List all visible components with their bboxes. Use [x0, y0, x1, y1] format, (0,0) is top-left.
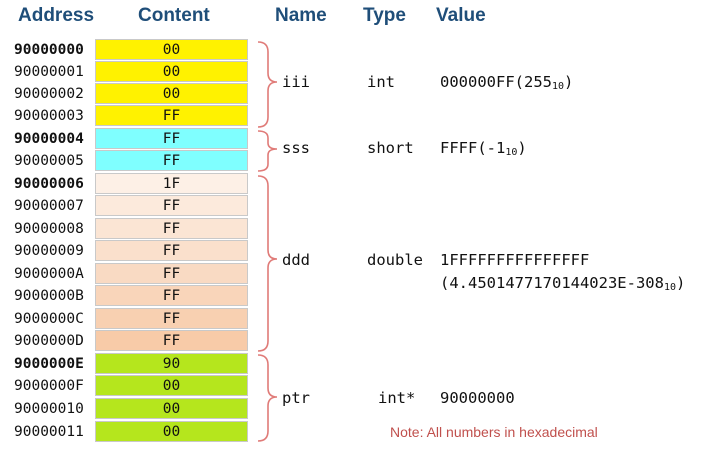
- value-text: (4.4501477170144023E-308: [440, 274, 664, 292]
- radix-subscript: 10: [505, 147, 518, 158]
- var-name-ptr: ptr: [282, 389, 310, 407]
- var-value-iii: 000000FF(25510): [440, 72, 573, 97]
- value-close: ): [676, 274, 686, 292]
- value-close: ): [517, 139, 527, 157]
- var-name-iii: iii: [282, 73, 310, 91]
- var-type-iii: int: [367, 73, 395, 91]
- value-close: ): [564, 73, 574, 91]
- radix-subscript: 10: [663, 282, 677, 293]
- bracket-ptr: [257, 354, 278, 442]
- value-text: FFFF(-1: [440, 139, 506, 157]
- var-value-sss: FFFF(-110): [440, 138, 527, 163]
- radix-subscript: 10: [551, 81, 565, 92]
- bracket-iii: [257, 41, 278, 128]
- bracket-sss: [257, 130, 278, 172]
- var-value-ddd-decimal: (4.4501477170144023E-30810): [440, 273, 685, 298]
- note-text: Note: All numbers in hexadecimal: [390, 424, 598, 440]
- bracket-group: [257, 41, 278, 442]
- var-value-ptr: 90000000: [440, 389, 515, 407]
- var-name-ddd: ddd: [282, 251, 310, 269]
- var-value-ddd: 1FFFFFFFFFFFFFFF: [440, 251, 590, 269]
- var-name-sss: sss: [282, 139, 310, 157]
- var-type-ptr: int*: [378, 389, 416, 407]
- value-text: 000000FF(255: [440, 73, 552, 91]
- var-type-ddd: double: [367, 251, 423, 269]
- bracket-ddd: [257, 175, 278, 352]
- var-type-sss: short: [367, 139, 414, 157]
